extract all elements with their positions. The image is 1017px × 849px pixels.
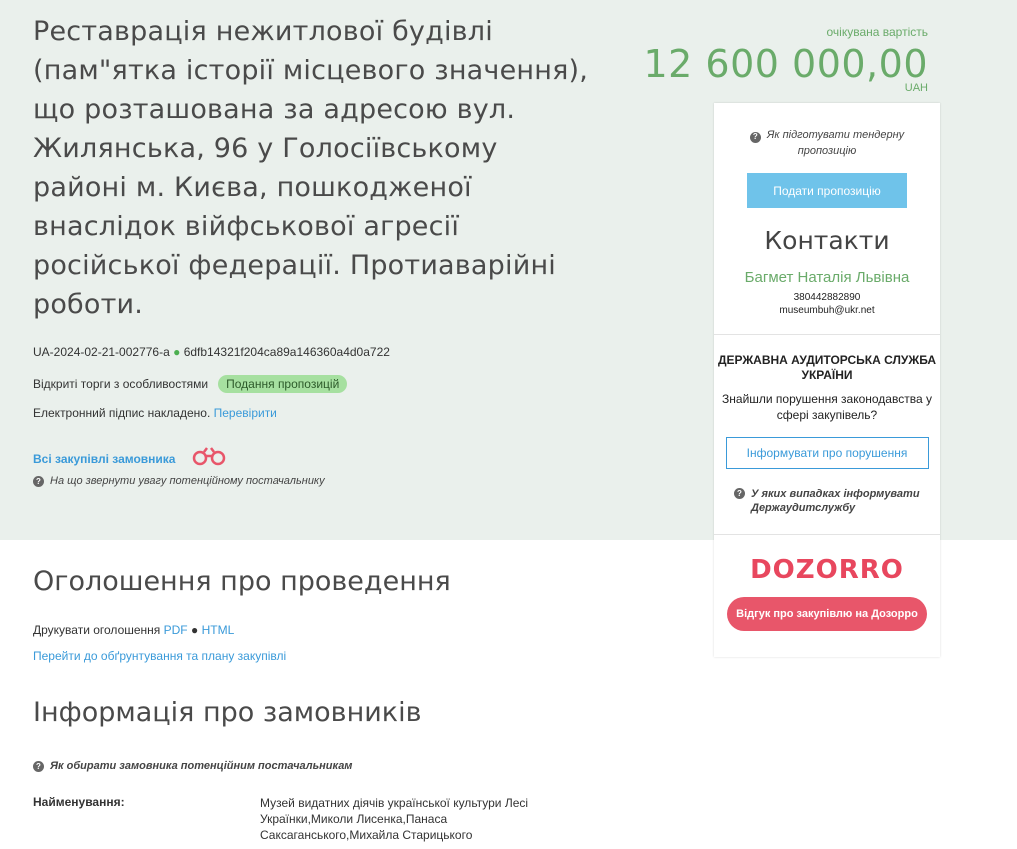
- supplier-attention-help[interactable]: ? На що звернути увагу потенційному пост…: [33, 475, 325, 487]
- tender-id-line: UA-2024-02-21-002776-a ● 6dfb14321f204ca…: [33, 345, 390, 359]
- audit-title: ДЕРЖАВНА АУДИТОРСЬКА СЛУЖБА УКРАЇНИ: [717, 353, 937, 382]
- report-violation-button[interactable]: Інформувати про порушення: [725, 437, 929, 469]
- supplier-attention-text: На що звернути увагу потенційному постач…: [50, 475, 325, 487]
- audit-section: ДЕРЖАВНА АУДИТОРСЬКА СЛУЖБА УКРАЇНИ Знай…: [714, 335, 940, 535]
- announcement-heading: Оголошення про проведення: [33, 566, 451, 597]
- print-pdf-link[interactable]: PDF: [164, 623, 188, 637]
- dozorro-section: DOZORRO Відгук про закупівлю на Дозорро: [714, 535, 940, 657]
- customer-name-label: Найменування:: [33, 795, 125, 809]
- contact-email: museumbuh@ukr.net: [779, 305, 875, 316]
- submit-proposal-button[interactable]: Подати пропозицію: [747, 173, 907, 208]
- customers-heading: Інформація про замовників: [33, 697, 422, 728]
- plan-line: Перейти до обґрунтування та плану закупі…: [33, 649, 286, 663]
- tender-id: UA-2024-02-21-002776-a: [33, 345, 170, 359]
- customer-name-value: Музей видатних діячів української культу…: [260, 796, 529, 842]
- question-circle-icon: ?: [33, 760, 44, 772]
- contacts-section: ? Як підготувати тендерну пропозицію Пода…: [714, 103, 940, 335]
- plan-link[interactable]: Перейти до обґрунтування та плану закупі…: [33, 649, 286, 663]
- audit-question: Знайшли порушення законодавства у сфері …: [722, 392, 932, 422]
- contact-phone: 380442882890: [793, 292, 861, 303]
- contacts-title: Контакти: [764, 226, 890, 255]
- customer-choice-help[interactable]: ? Як обирати замовника потенційним поста…: [33, 760, 352, 772]
- tender-hash: 6dfb14321f204ca89a146360a4d0a722: [183, 345, 390, 359]
- all-purchases-row: Всі закупівлі замовника: [33, 446, 227, 471]
- print-label: Друкувати оголошення: [33, 623, 161, 637]
- how-to-prepare-help[interactable]: ? Як підготувати тендерну пропозицію: [742, 127, 912, 159]
- print-html-link[interactable]: HTML: [202, 623, 235, 637]
- signature-text: Електронний підпис накладено.: [33, 406, 211, 420]
- side-panel: ? Як підготувати тендерну пропозицію Пода…: [714, 103, 940, 657]
- audit-help-text: У яких випадках інформувати Держаудитслу…: [751, 488, 920, 514]
- how-to-prepare-label: Як підготувати тендерну пропозицію: [766, 129, 905, 157]
- procedure-type: Відкриті торги з особливостями: [33, 377, 209, 391]
- binoculars-icon[interactable]: [191, 446, 227, 471]
- price-label: очікувана вартість: [826, 25, 929, 39]
- print-line: Друкувати оголошення PDF ● HTML: [33, 623, 234, 637]
- separator-dot: ●: [190, 623, 199, 637]
- how-to-prepare-text: ? Як підготувати тендерну пропозицію: [742, 127, 912, 159]
- price-currency: UAH: [904, 82, 928, 94]
- verify-signature-link[interactable]: Перевірити: [214, 406, 277, 420]
- dozorro-logo: DOZORRO: [750, 555, 904, 585]
- question-circle-icon: ?: [734, 488, 745, 499]
- all-purchases-link[interactable]: Всі закупівлі замовника: [33, 452, 175, 466]
- contact-name: Багмет Наталія Львівна: [744, 269, 910, 286]
- price-amount: 12 600 000,00: [643, 42, 928, 86]
- question-circle-icon: ?: [749, 131, 761, 143]
- tender-title: Реставрація нежитлової будівлі (пам"ятка…: [33, 16, 589, 320]
- procedure-line: Відкриті торги з особливостями Подання пр…: [33, 375, 348, 393]
- signature-line: Електронний підпис накладено. Перевірити: [33, 406, 277, 420]
- question-circle-icon: ?: [33, 475, 44, 487]
- audit-help[interactable]: ? У яких випадках інформувати Держаудитс…: [734, 487, 924, 515]
- dozorro-review-button[interactable]: Відгук про закупівлю на Дозорро: [727, 597, 927, 631]
- separator-dot: ●: [173, 345, 181, 359]
- status-badge: Подання пропозицій: [218, 375, 348, 393]
- customer-choice-text: Як обирати замовника потенційним постача…: [50, 760, 353, 772]
